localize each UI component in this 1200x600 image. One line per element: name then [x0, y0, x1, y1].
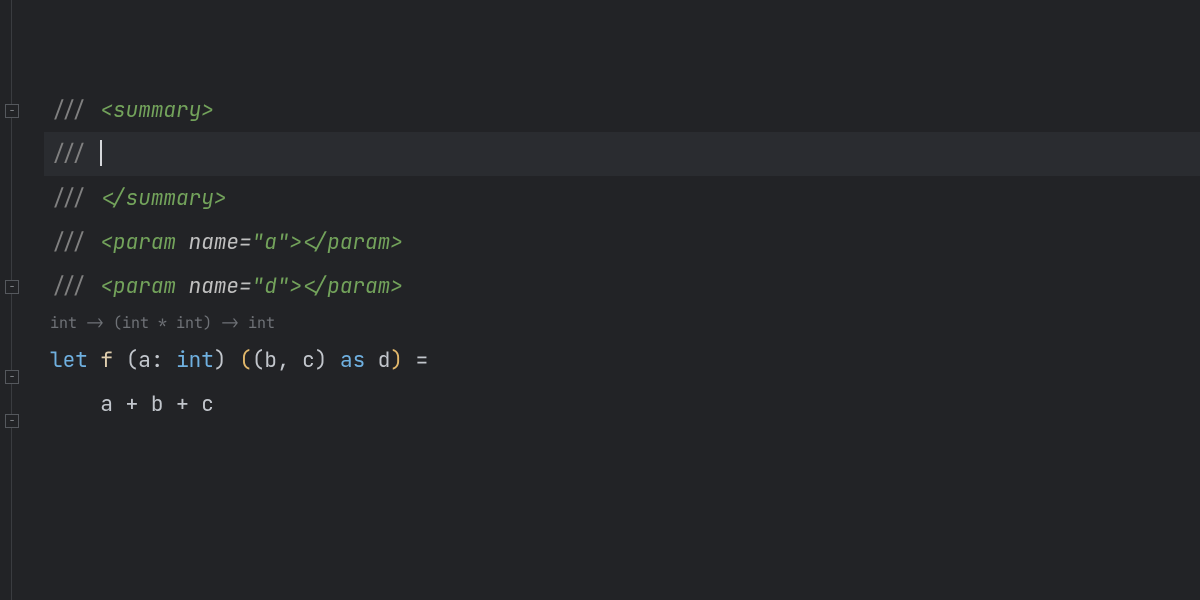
code-line[interactable]: /// <param name="d"></param>: [44, 264, 1200, 308]
doc-eq: =: [239, 229, 252, 256]
doc-slash: ///: [50, 97, 88, 124]
doc-tag-param-open: <param: [100, 273, 188, 300]
fold-marker[interactable]: [5, 280, 19, 294]
doc-attr-name: name: [189, 273, 239, 300]
doc-space: [88, 273, 101, 300]
doc-tag-param-close: </param>: [302, 229, 403, 256]
code-line[interactable]: [44, 44, 1200, 88]
keyword-as: as: [340, 347, 365, 374]
plus: +: [176, 391, 189, 418]
doc-tag-param-close: </param>: [302, 273, 403, 300]
param-a: a: [138, 347, 151, 374]
fold-marker[interactable]: [5, 370, 19, 384]
param-d: d: [378, 347, 391, 374]
doc-tag-summary-close: </summary>: [100, 185, 226, 212]
code-editor[interactable]: /// <summary> /// /// </summary> /// <pa…: [0, 0, 1200, 600]
code-line[interactable]: /// <summary>: [44, 88, 1200, 132]
doc-slash: ///: [50, 185, 88, 212]
var-a: a: [100, 391, 113, 418]
doc-space: [88, 185, 101, 212]
code-area[interactable]: /// <summary> /// /// </summary> /// <pa…: [44, 0, 1200, 600]
gutter-indent-guide: [11, 0, 12, 600]
param-c: c: [302, 347, 315, 374]
paren-open: (: [252, 347, 265, 374]
doc-attr-value-a: "a": [252, 229, 290, 256]
doc-tag-summary-open: <summary>: [100, 97, 213, 124]
code-line[interactable]: let f (a: int) ((b, c) as d) =: [44, 338, 1200, 382]
doc-attr-value-d: "d": [252, 273, 290, 300]
doc-space: [88, 97, 101, 124]
plus: +: [126, 391, 139, 418]
paren-close: ): [315, 347, 328, 374]
doc-tag-param-open: <param: [100, 229, 188, 256]
hint-text: int -> (int * int) -> int: [50, 313, 275, 333]
code-line[interactable]: [44, 0, 1200, 44]
colon: :: [151, 347, 164, 374]
code-line[interactable]: /// <param name="a"></param>: [44, 220, 1200, 264]
code-line-active[interactable]: ///: [44, 132, 1200, 176]
doc-slash: ///: [50, 229, 88, 256]
paren-close: ): [390, 347, 403, 374]
code-line[interactable]: /// </summary>: [44, 176, 1200, 220]
inline-type-hint: int -> (int * int) -> int: [44, 308, 1200, 338]
paren-open: (: [126, 347, 139, 374]
equals: =: [416, 347, 429, 374]
function-name: f: [100, 347, 113, 374]
comma: ,: [277, 347, 290, 374]
keyword-let: let: [50, 347, 88, 374]
param-b: b: [264, 347, 277, 374]
doc-space: [88, 140, 101, 167]
paren-open: (: [239, 347, 252, 374]
fold-marker[interactable]: [5, 104, 19, 118]
fold-marker[interactable]: [5, 414, 19, 428]
doc-eq: =: [239, 273, 252, 300]
doc-tag-close: >: [289, 229, 302, 256]
doc-attr-name: name: [189, 229, 239, 256]
indent: [50, 391, 100, 418]
doc-space: [88, 229, 101, 256]
type-int: int: [176, 347, 214, 374]
var-b: b: [151, 391, 164, 418]
doc-tag-close: >: [289, 273, 302, 300]
doc-slash: ///: [50, 140, 88, 167]
paren-close: ): [214, 347, 227, 374]
editor-gutter: [0, 0, 44, 600]
doc-slash: ///: [50, 273, 88, 300]
code-line[interactable]: a + b + c: [44, 382, 1200, 426]
text-cursor: [100, 140, 102, 166]
var-c: c: [201, 391, 214, 418]
